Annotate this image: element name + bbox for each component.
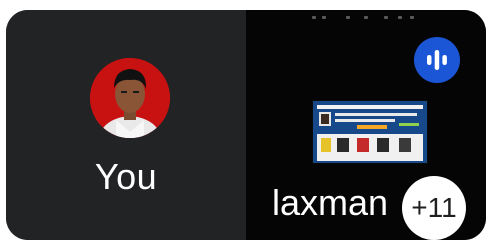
self-avatar: [90, 58, 170, 138]
avatar-photo: [90, 58, 170, 138]
remote-participant-name: laxman: [272, 182, 389, 223]
self-name-label: You: [94, 156, 158, 197]
self-tile[interactable]: You: [6, 10, 246, 240]
more-participants-badge[interactable]: +11: [402, 176, 466, 240]
audio-activity-icon: [427, 50, 447, 70]
screen-share-thumbnail[interactable]: [312, 100, 428, 164]
status-indicators: [306, 16, 426, 22]
shared-content-image: [313, 101, 427, 163]
audio-activity-button[interactable]: [414, 37, 460, 83]
